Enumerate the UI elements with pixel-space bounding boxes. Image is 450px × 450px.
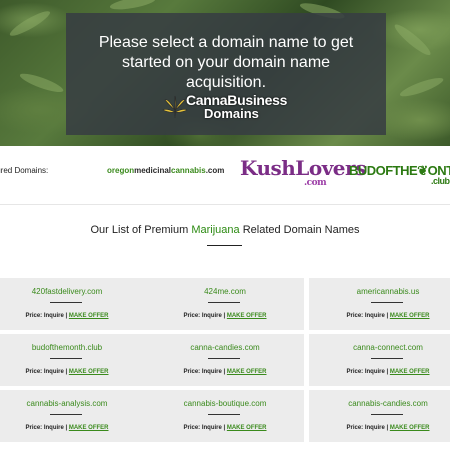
make-offer-link[interactable]: MAKE OFFER <box>69 425 109 431</box>
price-line: Price: Inquire | MAKE OFFER <box>309 369 450 375</box>
leaf-decoration <box>18 70 65 96</box>
cannabusiness-logo[interactable]: CannaBusiness Domains <box>162 92 302 124</box>
logo-part: .com <box>205 166 225 175</box>
card-divider <box>208 358 240 359</box>
price-line: Price: Inquire | MAKE OFFER <box>0 313 146 319</box>
make-offer-link[interactable]: MAKE OFFER <box>69 369 109 375</box>
price-label: Price: Inquire | <box>183 425 227 431</box>
price-label: Price: Inquire | <box>183 369 227 375</box>
domain-card[interactable]: canna-candies.com Price: Inquire | MAKE O… <box>146 334 304 386</box>
price-line: Price: Inquire | MAKE OFFER <box>0 425 146 431</box>
make-offer-link[interactable]: MAKE OFFER <box>390 425 430 431</box>
leaf-decoration <box>398 74 445 100</box>
domain-name[interactable]: cannabis-analysis.com <box>0 399 146 408</box>
card-divider <box>50 358 82 359</box>
domain-name[interactable]: 424me.com <box>146 287 304 296</box>
domain-card[interactable]: cannabis-candies.com Price: Inquire | MAK… <box>309 390 450 442</box>
domain-name[interactable]: canna-candies.com <box>146 343 304 352</box>
domain-card[interactable]: budofthemonth.club Price: Inquire | MAKE … <box>0 334 146 386</box>
price-label: Price: Inquire | <box>25 369 69 375</box>
domain-name[interactable]: 420fastdelivery.com <box>0 287 146 296</box>
domain-card[interactable]: americannabis.us Price: Inquire | MAKE OF… <box>309 278 450 330</box>
domain-card[interactable]: 424me.com Price: Inquire | MAKE OFFER <box>146 278 304 330</box>
price-line: Price: Inquire | MAKE OFFER <box>146 425 304 431</box>
heading-divider <box>207 245 242 246</box>
domain-name[interactable]: americannabis.us <box>309 287 450 296</box>
domain-name[interactable]: cannabis-candies.com <box>309 399 450 408</box>
list-heading: Our List of Premium Marijuana Related Do… <box>0 224 450 236</box>
featured-domains-bar: tured Domains: oregonmedicinalcannabis.c… <box>0 146 450 205</box>
make-offer-link[interactable]: MAKE OFFER <box>390 369 430 375</box>
featured-logo-oregon[interactable]: oregonmedicinalcannabis.com <box>107 166 224 175</box>
domain-card[interactable]: canna-connect.com Price: Inquire | MAKE O… <box>309 334 450 386</box>
price-line: Price: Inquire | MAKE OFFER <box>309 425 450 431</box>
card-divider <box>50 302 82 303</box>
logo-suffix: .com <box>304 178 327 188</box>
domain-name[interactable]: cannabis-boutique.com <box>146 399 304 408</box>
price-line: Price: Inquire | MAKE OFFER <box>146 313 304 319</box>
featured-logo-budofthemonth[interactable]: BUDOFTHE❦ONTH .club <box>349 163 450 186</box>
price-label: Price: Inquire | <box>346 369 390 375</box>
make-offer-link[interactable]: MAKE OFFER <box>390 313 430 319</box>
make-offer-link[interactable]: MAKE OFFER <box>227 425 267 431</box>
logo-suffix: .club <box>431 176 450 186</box>
selection-overlay: Please select a domain name to get start… <box>66 13 386 135</box>
heading-prefix: Our List of Premium <box>90 224 192 236</box>
heading-suffix: Related Domain Names <box>239 224 360 236</box>
price-line: Price: Inquire | MAKE OFFER <box>309 313 450 319</box>
domain-name[interactable]: budofthemonth.club <box>0 343 146 352</box>
domain-name[interactable]: canna-connect.com <box>309 343 450 352</box>
card-divider <box>208 302 240 303</box>
cannabis-leaf-icon <box>162 95 188 118</box>
leaf-decoration <box>109 0 157 12</box>
make-offer-link[interactable]: MAKE OFFER <box>227 369 267 375</box>
logo-part: medicinal <box>134 166 172 175</box>
card-divider <box>371 414 403 415</box>
leaf-decoration <box>391 21 434 59</box>
price-line: Price: Inquire | MAKE OFFER <box>146 369 304 375</box>
logo-main: KushLovers <box>240 156 366 180</box>
price-line: Price: Inquire | MAKE OFFER <box>0 369 146 375</box>
card-divider <box>371 302 403 303</box>
card-divider <box>50 414 82 415</box>
price-label: Price: Inquire | <box>25 425 69 431</box>
card-divider <box>208 414 240 415</box>
logo-part: oregon <box>107 166 135 175</box>
featured-label: tured Domains: <box>0 166 49 175</box>
leaf-decoration <box>7 7 53 40</box>
featured-logo-kushlovers[interactable]: KushLovers .com <box>240 156 366 188</box>
domain-card[interactable]: cannabis-boutique.com Price: Inquire | MA… <box>146 390 304 442</box>
price-label: Price: Inquire | <box>346 425 390 431</box>
domain-card[interactable]: cannabis-analysis.com Price: Inquire | MA… <box>0 390 146 442</box>
price-label: Price: Inquire | <box>25 313 69 319</box>
heading-highlight: Marijuana <box>191 224 240 236</box>
hero-heading: Please select a domain name to get start… <box>98 34 354 91</box>
card-divider <box>371 358 403 359</box>
make-offer-link[interactable]: MAKE OFFER <box>227 313 267 319</box>
make-offer-link[interactable]: MAKE OFFER <box>69 313 109 319</box>
domain-card[interactable]: 420fastdelivery.com Price: Inquire | MAKE… <box>0 278 146 330</box>
price-label: Price: Inquire | <box>183 313 227 319</box>
logo-subtitle: Domains <box>204 106 259 121</box>
price-label: Price: Inquire | <box>346 313 390 319</box>
logo-part: cannabis <box>171 166 206 175</box>
hero-banner: Please select a domain name to get start… <box>0 0 450 146</box>
